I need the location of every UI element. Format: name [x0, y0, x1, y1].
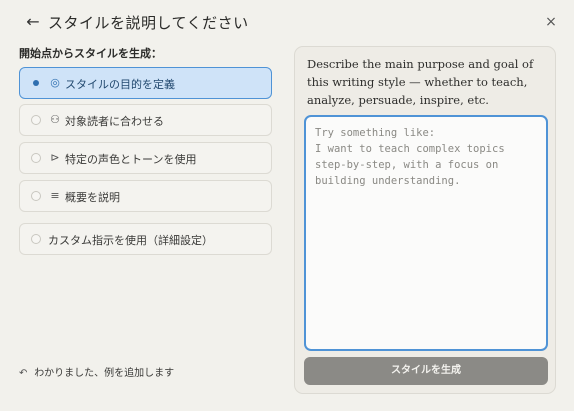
option-define-purpose[interactable]: ◎ スタイルの目的を定義: [19, 67, 272, 99]
list-icon: ≡: [50, 189, 60, 202]
radio[interactable]: [31, 191, 41, 201]
input-placeholder: Try something like: I want to teach comp…: [315, 127, 505, 187]
radio[interactable]: [31, 234, 41, 244]
add-example-label: わかりました、例を追加します: [34, 368, 175, 379]
options-heading: 開始点からスタイルを生成：: [19, 47, 162, 60]
option-label: 対象読者に合わせる: [65, 115, 164, 128]
undo-icon: ↶: [19, 368, 28, 379]
back-arrow-icon[interactable]: ←: [24, 13, 42, 31]
add-example-link[interactable]: ↶ わかりました、例を追加します: [19, 364, 174, 380]
style-editor-panel: Describe the main purpose and goal of th…: [294, 46, 556, 394]
option-label: 概要を説明: [65, 191, 120, 204]
option-outline[interactable]: ≡ 概要を説明: [19, 180, 272, 212]
speaker-icon: ⊳: [50, 151, 60, 164]
panel-description: Describe the main purpose and goal of th…: [307, 57, 534, 107]
dialog-header: ← スタイルを説明してください ×: [0, 0, 574, 46]
option-match-audience[interactable]: ⚇ 対象読者に合わせる: [19, 104, 272, 136]
dialog-title: スタイルを説明してください: [48, 14, 249, 32]
option-label: 特定の声色とトーンを使用: [65, 153, 197, 166]
option-voice-tone[interactable]: ⊳ 特定の声色とトーンを使用: [19, 142, 272, 174]
option-label: スタイルの目的を定義: [65, 78, 175, 91]
option-custom-instructions[interactable]: カスタム指示を使用（詳細設定）: [19, 223, 272, 255]
close-icon[interactable]: ×: [544, 15, 558, 29]
target-icon: ◎: [50, 76, 60, 89]
radio[interactable]: [31, 115, 41, 125]
generate-style-button[interactable]: スタイルを生成: [304, 357, 548, 385]
radio[interactable]: [31, 153, 41, 163]
style-description-input[interactable]: Try something like: I want to teach comp…: [304, 115, 548, 351]
people-icon: ⚇: [50, 113, 60, 126]
option-label: カスタム指示を使用（詳細設定）: [48, 234, 213, 247]
radio-selected[interactable]: [31, 78, 41, 88]
